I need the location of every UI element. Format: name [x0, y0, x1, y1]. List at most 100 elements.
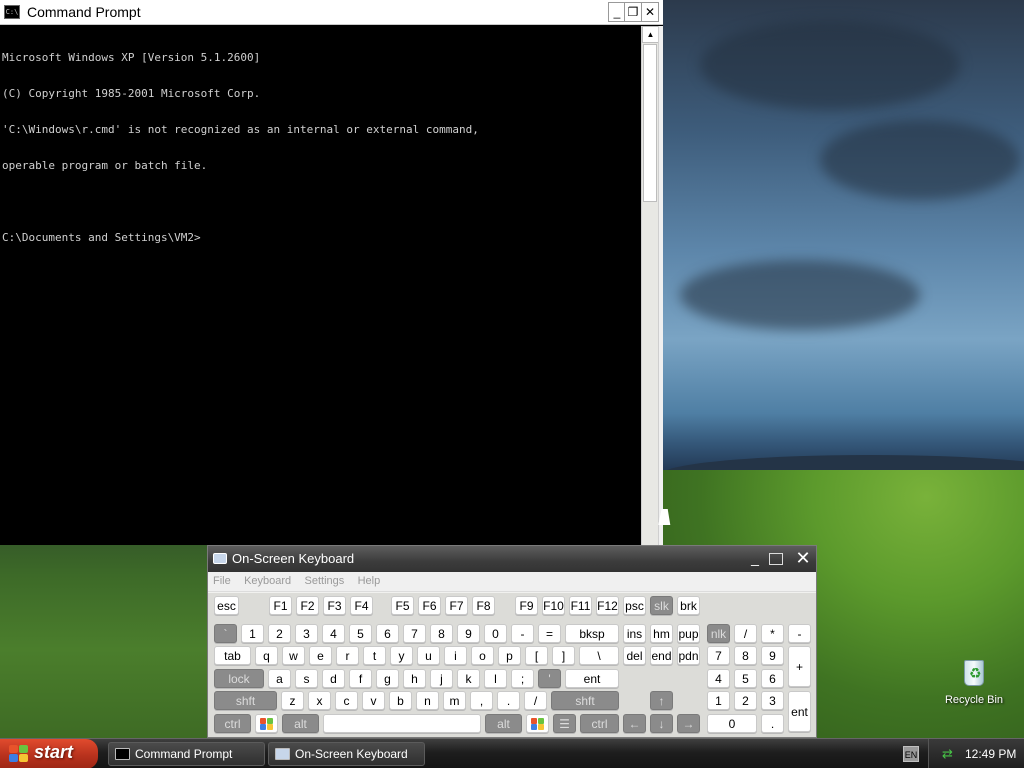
key-del[interactable]: del [623, 646, 646, 665]
key-rbracket[interactable]: ] [552, 646, 575, 665]
key-pagedown[interactable]: pdn [677, 646, 700, 665]
key-l[interactable]: l [484, 669, 507, 688]
taskbar-button-command-prompt[interactable]: Command Prompt [108, 742, 265, 766]
key-f7[interactable]: F7 [445, 596, 468, 615]
key-shift-left[interactable]: shft [214, 691, 277, 710]
key-k[interactable]: k [457, 669, 480, 688]
key-comma[interactable]: , [470, 691, 493, 710]
key-psc[interactable]: psc [623, 596, 646, 615]
key-numlock[interactable]: nlk [707, 624, 730, 643]
key-o[interactable]: o [471, 646, 494, 665]
menu-settings[interactable]: Settings [300, 572, 350, 587]
key-d[interactable]: d [322, 669, 345, 688]
key-home[interactable]: hm [650, 624, 673, 643]
key-ctrl-left[interactable]: ctrl [214, 714, 251, 733]
key-lbracket[interactable]: [ [525, 646, 548, 665]
key-f6[interactable]: F6 [418, 596, 441, 615]
language-indicator[interactable]: EN [903, 746, 919, 762]
close-button[interactable]: ✕ [641, 2, 659, 22]
key-f12[interactable]: F12 [596, 596, 619, 615]
key-4[interactable]: 4 [322, 624, 345, 643]
key-u[interactable]: u [417, 646, 440, 665]
key-tab[interactable]: tab [214, 646, 251, 665]
key-num-5[interactable]: 5 [734, 669, 757, 688]
key-win-left[interactable] [255, 714, 278, 733]
key-3[interactable]: 3 [295, 624, 318, 643]
key-shift-right[interactable]: shft [551, 691, 619, 710]
key-2[interactable]: 2 [268, 624, 291, 643]
key-f4[interactable]: F4 [350, 596, 373, 615]
key-arrow-down[interactable]: ↓ [650, 714, 673, 733]
key-t[interactable]: t [363, 646, 386, 665]
key-j[interactable]: j [430, 669, 453, 688]
menu-file[interactable]: File [208, 572, 236, 587]
key-enter[interactable]: ent [565, 669, 619, 688]
start-button[interactable]: start [0, 739, 98, 768]
key-i[interactable]: i [444, 646, 467, 665]
key-num-enter[interactable]: ent [788, 691, 811, 732]
key-q[interactable]: q [255, 646, 278, 665]
key-num-multiply[interactable]: * [761, 624, 784, 643]
key-num-9[interactable]: 9 [761, 646, 784, 665]
cmd-titlebar[interactable]: C:\ Command Prompt _ ❐ ✕ [0, 0, 663, 25]
key-period[interactable]: . [497, 691, 520, 710]
key-5[interactable]: 5 [349, 624, 372, 643]
key-ctrl-right[interactable]: ctrl [580, 714, 619, 733]
key-arrow-left[interactable]: ← [623, 714, 646, 733]
key-esc[interactable]: esc [214, 596, 239, 615]
command-prompt-window[interactable]: C:\ Command Prompt _ ❐ ✕ Microsoft Windo… [0, 0, 663, 545]
key-a[interactable]: a [268, 669, 291, 688]
key-6[interactable]: 6 [376, 624, 399, 643]
key-m[interactable]: m [443, 691, 466, 710]
key-ins[interactable]: ins [623, 624, 646, 643]
key-slash[interactable]: / [524, 691, 547, 710]
scroll-thumb[interactable] [643, 44, 657, 202]
key-backslash[interactable]: \ [579, 646, 619, 665]
key-9[interactable]: 9 [457, 624, 480, 643]
key-num-2[interactable]: 2 [734, 691, 757, 710]
network-icon[interactable]: ⇄ [942, 747, 956, 761]
key-v[interactable]: v [362, 691, 385, 710]
cmd-vertical-scrollbar[interactable]: ▲ [641, 26, 659, 545]
recycle-bin[interactable]: ♻ Recycle Bin [938, 656, 1010, 706]
key-h[interactable]: h [403, 669, 426, 688]
key-semicolon[interactable]: ; [511, 669, 534, 688]
key-p[interactable]: p [498, 646, 521, 665]
key-space[interactable] [323, 714, 481, 733]
key-num-6[interactable]: 6 [761, 669, 784, 688]
on-screen-keyboard-window[interactable]: On-Screen Keyboard _ ✕ File Keyboard Set… [207, 545, 817, 738]
osk-titlebar[interactable]: On-Screen Keyboard _ ✕ [208, 546, 816, 572]
key-w[interactable]: w [282, 646, 305, 665]
restore-button[interactable]: ❐ [624, 2, 642, 22]
key-f10[interactable]: F10 [542, 596, 565, 615]
key-capslock[interactable]: lock [214, 669, 264, 688]
key-num-minus[interactable]: - [788, 624, 811, 643]
cmd-app-icon[interactable]: C:\ [4, 5, 20, 19]
key-arrow-right[interactable]: → [677, 714, 700, 733]
key-num-divide[interactable]: / [734, 624, 757, 643]
key-e[interactable]: e [309, 646, 332, 665]
key-arrow-up[interactable]: ↑ [650, 691, 673, 710]
key-f2[interactable]: F2 [296, 596, 319, 615]
menu-help[interactable]: Help [353, 572, 386, 587]
key-num-8[interactable]: 8 [734, 646, 757, 665]
key-f11[interactable]: F11 [569, 596, 592, 615]
key-equals[interactable]: = [538, 624, 561, 643]
key-backspace[interactable]: bksp [565, 624, 619, 643]
key-r[interactable]: r [336, 646, 359, 665]
key-0[interactable]: 0 [484, 624, 507, 643]
key-num-3[interactable]: 3 [761, 691, 784, 710]
key-x[interactable]: x [308, 691, 331, 710]
key-g[interactable]: g [376, 669, 399, 688]
key-z[interactable]: z [281, 691, 304, 710]
key-y[interactable]: y [390, 646, 413, 665]
key-num-decimal[interactable]: . [761, 714, 784, 733]
key-alt-right[interactable]: alt [485, 714, 522, 733]
key-pageup[interactable]: pup [677, 624, 700, 643]
key-f1[interactable]: F1 [269, 596, 292, 615]
osk-close-button[interactable]: ✕ [793, 549, 813, 569]
key-brk[interactable]: brk [677, 596, 700, 615]
key-slk[interactable]: slk [650, 596, 673, 615]
menu-keyboard[interactable]: Keyboard [239, 572, 296, 587]
key-minus[interactable]: - [511, 624, 534, 643]
